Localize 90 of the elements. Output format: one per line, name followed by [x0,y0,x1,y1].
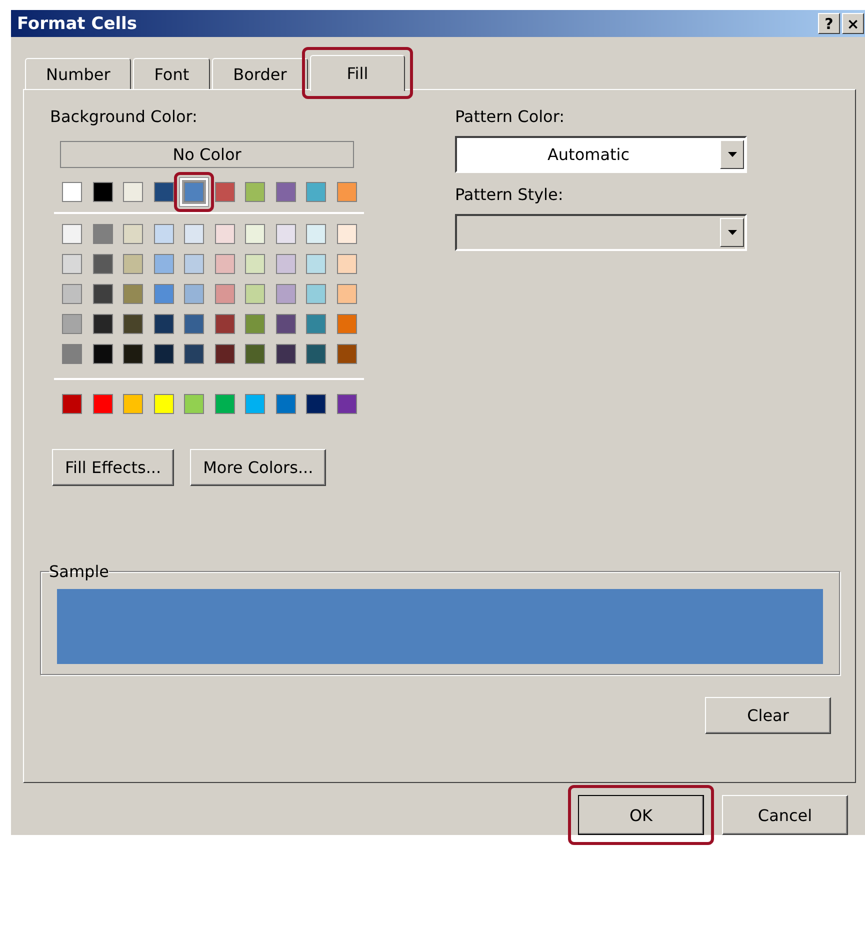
color-swatch[interactable] [62,254,82,274]
color-swatch[interactable] [336,394,356,414]
color-swatch[interactable] [245,224,265,244]
color-swatch[interactable] [214,394,234,414]
background-color-label: Background Color: [50,107,198,126]
color-swatch[interactable] [336,314,356,334]
cancel-button[interactable]: Cancel [722,795,848,835]
color-swatch[interactable] [92,344,112,364]
color-swatch[interactable] [92,394,112,414]
color-swatch[interactable] [62,224,82,244]
color-swatch[interactable] [276,254,296,274]
color-swatch[interactable] [154,254,174,274]
color-swatch[interactable] [336,182,356,202]
more-colors-button[interactable]: More Colors... [190,449,326,486]
color-swatch[interactable] [62,284,82,304]
color-swatch[interactable] [62,182,82,202]
color-swatch[interactable] [92,254,112,274]
color-swatch[interactable] [214,314,234,334]
color-swatch[interactable] [154,224,174,244]
color-swatch[interactable] [306,284,326,304]
color-swatch[interactable] [276,284,296,304]
color-swatch[interactable] [154,344,174,364]
sample-label: Sample [49,562,109,581]
color-swatch[interactable] [123,314,143,334]
color-swatch[interactable] [245,284,265,304]
color-swatch[interactable] [92,314,112,334]
color-swatch[interactable] [245,394,265,414]
color-swatch[interactable] [123,254,143,274]
color-swatch[interactable] [92,284,112,304]
color-swatch[interactable] [184,284,204,304]
help-button[interactable]: ? [818,13,840,34]
color-swatch[interactable] [123,182,143,202]
tab[interactable]: Number [25,58,132,89]
color-swatch[interactable] [306,344,326,364]
color-swatch[interactable] [276,394,296,414]
color-swatch[interactable] [154,314,174,334]
color-swatch[interactable] [62,344,82,364]
color-swatch[interactable] [184,224,204,244]
color-swatch[interactable] [336,224,356,244]
color-swatch[interactable] [245,254,265,274]
color-swatch[interactable] [62,314,82,334]
color-swatch[interactable] [154,182,174,202]
color-swatch[interactable] [276,314,296,334]
no-color-button[interactable]: No Color [60,141,354,168]
color-swatch[interactable] [123,344,143,364]
color-swatch[interactable] [306,314,326,334]
color-swatch[interactable] [336,284,356,304]
color-swatch[interactable] [245,344,265,364]
color-swatch[interactable] [92,224,112,244]
fill-effects-button[interactable]: Fill Effects... [52,449,174,486]
color-swatch[interactable] [214,224,234,244]
color-swatch[interactable] [214,284,234,304]
color-swatch[interactable] [336,254,356,274]
color-swatch[interactable] [154,394,174,414]
clear-button[interactable]: Clear [705,697,831,734]
color-swatch[interactable] [184,344,204,364]
color-swatch[interactable] [92,182,112,202]
dropdown-arrow-icon [728,152,736,157]
color-swatch[interactable] [154,284,174,304]
color-swatch[interactable] [276,344,296,364]
color-swatch[interactable] [276,224,296,244]
color-swatch[interactable] [245,314,265,334]
color-swatch[interactable] [184,314,204,334]
color-swatch[interactable] [245,182,265,202]
window-title: Format Cells [17,14,138,34]
color-swatch[interactable] [184,254,204,274]
tab[interactable]: Font [133,58,210,89]
color-swatch[interactable] [306,182,326,202]
color-swatch[interactable] [123,224,143,244]
color-swatch[interactable] [336,344,356,364]
color-swatch[interactable] [123,284,143,304]
ok-button[interactable]: OK [578,795,704,835]
pattern-style-label: Pattern Style: [455,185,564,204]
color-swatch[interactable] [306,224,326,244]
close-button[interactable]: × [842,13,864,34]
pattern-style-dropdown[interactable] [455,214,747,251]
pattern-color-label: Pattern Color: [455,107,566,126]
color-swatch[interactable] [276,182,296,202]
color-swatch[interactable] [306,394,326,414]
color-swatch[interactable] [123,394,143,414]
tab[interactable]: Fill [310,55,406,91]
dropdown-arrow-icon [728,230,736,235]
color-swatch[interactable] [306,254,326,274]
tab[interactable]: Border [212,58,308,89]
pattern-color-dropdown[interactable]: Automatic [455,136,747,173]
color-swatch[interactable] [62,394,82,414]
color-swatch[interactable] [214,344,234,364]
color-swatch[interactable] [214,182,234,202]
color-swatch[interactable] [214,254,234,274]
color-swatch[interactable] [184,394,204,414]
